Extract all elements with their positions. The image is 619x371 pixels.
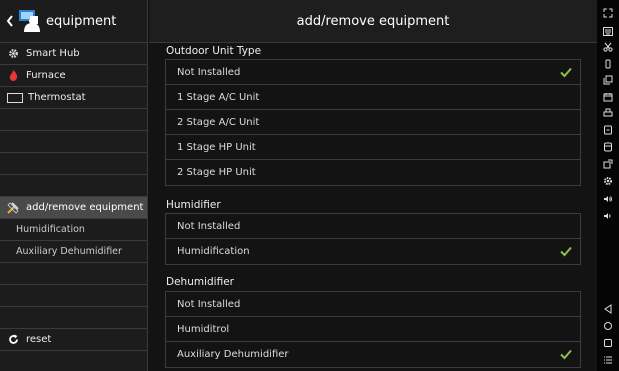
outdoor-unit-options: Not Installed 1 Stage A/C Unit 2 Stage A…: [165, 59, 581, 186]
nav-spacer: [0, 175, 147, 197]
nav-subitem-label: Humidification: [16, 224, 85, 235]
system-toolbar: [597, 0, 619, 371]
option-not-installed[interactable]: Not Installed: [166, 214, 580, 239]
section-title-dehumidifier: Dehumidifier: [166, 276, 234, 288]
left-header: equipment: [0, 0, 147, 43]
option-label: 1 Stage A/C Unit: [177, 91, 260, 103]
settings-icon[interactable]: [597, 174, 619, 188]
checkmark-icon: [560, 67, 572, 78]
app-icon[interactable]: [597, 123, 619, 137]
nav-subitem-label: Auxiliary Dehumidifier: [16, 246, 122, 257]
export-icon[interactable]: [597, 157, 619, 171]
option-2-stage-ac[interactable]: 2 Stage A/C Unit: [166, 110, 580, 135]
option-humiditrol[interactable]: Humiditrol: [166, 317, 580, 342]
nav-spacer: [0, 263, 147, 285]
option-label: 1 Stage HP Unit: [177, 141, 256, 153]
option-2-stage-hp[interactable]: 2 Stage HP Unit: [166, 160, 580, 185]
nav-spacer: [0, 285, 147, 307]
reset-icon: [6, 334, 20, 346]
option-label: Not Installed: [177, 66, 241, 78]
nav-item-thermostat[interactable]: Thermostat: [0, 87, 147, 109]
calendar-icon[interactable]: [597, 90, 619, 104]
volume-up-icon[interactable]: [597, 192, 619, 206]
option-label: Auxiliary Dehumidifier: [177, 349, 289, 360]
nav-item-label: Thermostat: [28, 92, 86, 103]
option-label: Not Installed: [177, 298, 241, 310]
nav-subitem-humidification[interactable]: Humidification: [0, 219, 147, 241]
option-auxiliary-dehumidifier[interactable]: Auxiliary Dehumidifier: [166, 342, 580, 367]
nav-subitem-auxiliary-dehumidifier[interactable]: Auxiliary Dehumidifier: [0, 241, 147, 263]
scissors-icon[interactable]: [597, 40, 619, 54]
tools-icon: [6, 201, 20, 214]
tablet-icon[interactable]: [597, 140, 619, 154]
humidifier-options: Not Installed Humidification: [165, 213, 581, 265]
menu-nav-icon[interactable]: [597, 353, 619, 367]
nav-item-label: reset: [26, 334, 52, 345]
option-not-installed[interactable]: Not Installed: [166, 60, 580, 85]
option-label: 2 Stage HP Unit: [177, 167, 256, 178]
option-label: Humidification: [177, 246, 250, 257]
nav-spacer: [0, 109, 147, 131]
option-humidification[interactable]: Humidification: [166, 239, 580, 264]
nav-item-smart-hub[interactable]: Smart Hub: [0, 43, 147, 65]
gear-icon: [6, 48, 20, 60]
fullscreen-icon[interactable]: [597, 6, 619, 20]
checkmark-icon: [560, 349, 572, 360]
recents-nav-icon[interactable]: [597, 336, 619, 350]
nav-spacer: [0, 153, 147, 175]
left-title: equipment: [46, 13, 117, 29]
printer-icon[interactable]: [597, 106, 619, 120]
checkmark-icon: [560, 246, 572, 257]
nav-spacer: [0, 131, 147, 153]
nav-spacer: [0, 307, 147, 329]
left-panel: equipment Smart Hub Furnace Thermostat a…: [0, 0, 148, 371]
nav-item-label: Smart Hub: [26, 48, 80, 59]
volume-down-icon[interactable]: [597, 209, 619, 223]
back-nav-icon[interactable]: [597, 302, 619, 316]
main-panel: add/remove equipment Outdoor Unit Type N…: [149, 0, 597, 371]
nav-item-furnace[interactable]: Furnace: [0, 65, 147, 87]
section-title-outdoor-unit: Outdoor Unit Type: [166, 45, 262, 57]
flame-icon: [6, 70, 20, 82]
copy-icon[interactable]: [597, 73, 619, 87]
keyboard-icon[interactable]: [597, 24, 619, 38]
nav-item-add-remove-equipment[interactable]: add/remove equipment: [0, 197, 147, 219]
option-not-installed[interactable]: Not Installed: [166, 292, 580, 317]
chevron-left-icon: [6, 15, 13, 27]
page-title: add/remove equipment: [149, 0, 597, 43]
nav-item-label: add/remove equipment: [26, 202, 144, 213]
option-label: Not Installed: [177, 220, 241, 232]
nav-item-label: Furnace: [26, 70, 66, 81]
rotate-icon[interactable]: [597, 57, 619, 71]
equipment-logo-icon: [18, 8, 44, 34]
thermostat-icon: [6, 92, 24, 104]
back-button[interactable]: [4, 11, 16, 31]
option-label: Humiditrol: [177, 323, 230, 335]
option-1-stage-ac[interactable]: 1 Stage A/C Unit: [166, 85, 580, 110]
dehumidifier-options: Not Installed Humiditrol Auxiliary Dehum…: [165, 291, 581, 368]
nav-item-reset[interactable]: reset: [0, 329, 147, 351]
option-label: 2 Stage A/C Unit: [177, 116, 260, 128]
option-1-stage-hp[interactable]: 1 Stage HP Unit: [166, 135, 580, 160]
home-nav-icon[interactable]: [597, 319, 619, 333]
section-title-humidifier: Humidifier: [166, 199, 221, 211]
